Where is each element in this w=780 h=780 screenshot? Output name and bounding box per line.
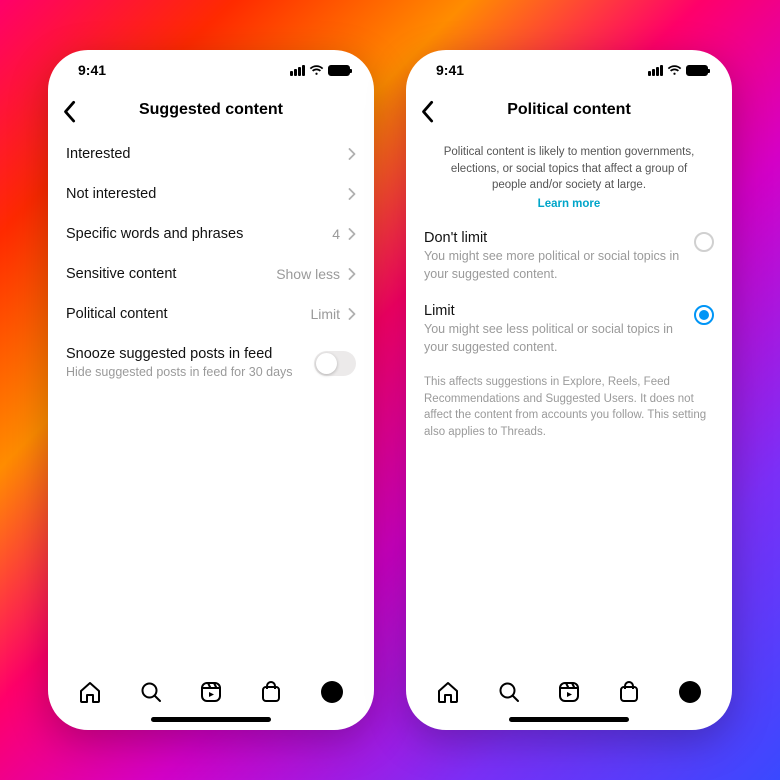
status-indicators: [290, 65, 350, 76]
chevron-right-icon: [348, 308, 356, 320]
reels-icon[interactable]: [557, 680, 581, 704]
chevron-right-icon: [348, 148, 356, 160]
battery-icon: [328, 65, 350, 76]
back-button[interactable]: [420, 100, 434, 120]
row-value: Show less: [276, 266, 340, 282]
status-time: 9:41: [78, 62, 106, 78]
battery-icon: [686, 65, 708, 76]
status-indicators: [648, 65, 708, 76]
nav-header: Political content: [406, 90, 732, 130]
phone-political-content: 9:41 Political content Political content…: [406, 50, 732, 730]
shop-icon[interactable]: [617, 680, 641, 704]
status-bar: 9:41: [48, 50, 374, 90]
row-value: Limit: [310, 306, 340, 322]
nav-header: Suggested content: [48, 90, 374, 130]
search-icon[interactable]: [497, 680, 521, 704]
option-dont-limit[interactable]: Don't limit You might see more political…: [406, 218, 732, 291]
footnote: This affects suggestions in Explore, Ree…: [406, 364, 732, 451]
chevron-right-icon: [348, 268, 356, 280]
status-time: 9:41: [436, 62, 464, 78]
row-label: Specific words and phrases: [66, 226, 243, 242]
page-title: Political content: [507, 101, 631, 119]
snooze-label: Snooze suggested posts in feed: [66, 346, 293, 362]
home-icon[interactable]: [78, 680, 102, 704]
reels-icon[interactable]: [199, 680, 223, 704]
intro-block: Political content is likely to mention g…: [406, 134, 732, 218]
wifi-icon: [309, 65, 324, 76]
row-label: Not interested: [66, 186, 156, 202]
tab-bar: [406, 667, 732, 717]
learn-more-link[interactable]: Learn more: [538, 198, 601, 210]
row-label: Interested: [66, 146, 131, 162]
option-desc: You might see more political or social t…: [424, 248, 684, 283]
page-title: Suggested content: [139, 101, 283, 119]
row-label: Sensitive content: [66, 266, 176, 282]
home-icon[interactable]: [436, 680, 460, 704]
phone-suggested-content: 9:41 Suggested content Interested Not in…: [48, 50, 374, 730]
row-political-content[interactable]: Political content Limit: [48, 294, 374, 334]
political-content-settings: Political content is likely to mention g…: [406, 130, 732, 667]
option-desc: You might see less political or social t…: [424, 321, 684, 356]
radio-dont-limit[interactable]: [694, 232, 714, 252]
chevron-right-icon: [348, 228, 356, 240]
row-value: 4: [332, 226, 340, 242]
row-specific-words[interactable]: Specific words and phrases 4: [48, 214, 374, 254]
home-indicator: [151, 717, 271, 722]
tab-bar: [48, 667, 374, 717]
cellular-icon: [648, 65, 663, 76]
toggle-knob: [316, 353, 337, 374]
profile-icon[interactable]: [320, 680, 344, 704]
wifi-icon: [667, 65, 682, 76]
row-label: Political content: [66, 306, 168, 322]
radio-limit[interactable]: [694, 305, 714, 325]
row-interested[interactable]: Interested: [48, 134, 374, 174]
snooze-sub: Hide suggested posts in feed for 30 days: [66, 364, 293, 381]
snooze-toggle[interactable]: [314, 351, 356, 376]
back-button[interactable]: [62, 100, 76, 120]
chevron-right-icon: [348, 188, 356, 200]
option-title: Limit: [424, 303, 684, 319]
row-not-interested[interactable]: Not interested: [48, 174, 374, 214]
shop-icon[interactable]: [259, 680, 283, 704]
row-sensitive-content[interactable]: Sensitive content Show less: [48, 254, 374, 294]
home-indicator: [509, 717, 629, 722]
intro-text: Political content is likely to mention g…: [434, 144, 704, 194]
option-title: Don't limit: [424, 230, 684, 246]
status-bar: 9:41: [406, 50, 732, 90]
option-limit[interactable]: Limit You might see less political or so…: [406, 291, 732, 364]
profile-icon[interactable]: [678, 680, 702, 704]
row-snooze: Snooze suggested posts in feed Hide sugg…: [48, 334, 374, 393]
search-icon[interactable]: [139, 680, 163, 704]
settings-list: Interested Not interested Specific words…: [48, 130, 374, 667]
cellular-icon: [290, 65, 305, 76]
